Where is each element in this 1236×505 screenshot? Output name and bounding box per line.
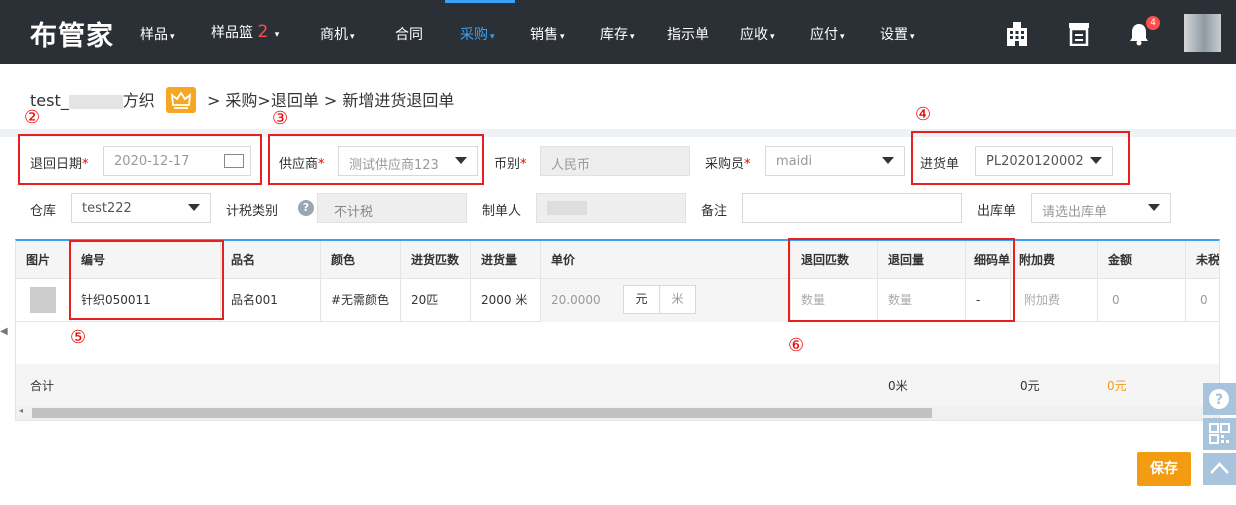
crown-icon: [165, 86, 196, 113]
col-in-pieces: 进货匹数: [401, 241, 471, 279]
unit-meter-button[interactable]: 米: [659, 285, 696, 314]
chevron-down-icon: [882, 157, 894, 164]
buyer-label: 采购员*: [705, 157, 751, 172]
cell-unit-price: 20.0000 元 米: [541, 279, 791, 322]
highlight-box-return: [788, 238, 1015, 322]
summary-return-qty: 0米: [888, 379, 908, 393]
menu-inventory[interactable]: 库存 ▾: [600, 24, 635, 44]
back-to-top-button[interactable]: [1203, 453, 1236, 485]
help-float-button[interactable]: ?: [1203, 383, 1236, 415]
highlight-box-code: [69, 240, 224, 320]
menu-sample-basket[interactable]: 样品篮 2 ▾: [211, 22, 279, 42]
svg-text:?: ?: [1215, 392, 1223, 408]
cell-in-pieces: 20匹: [401, 279, 471, 322]
col-amount: 金额: [1098, 241, 1186, 279]
remark-input[interactable]: [742, 193, 962, 223]
question-icon: ?: [1209, 389, 1229, 409]
highlight-box-supplier: [268, 134, 484, 185]
menu-instruction[interactable]: 指示单: [667, 24, 709, 44]
menu-payable[interactable]: 应付 ▾: [810, 24, 845, 44]
col-untaxed: 未税: [1186, 241, 1219, 279]
col-unit-price: 单价: [541, 241, 791, 279]
tax-type-label: 计税类别: [226, 204, 279, 219]
cell-name: 品名001: [221, 279, 321, 322]
cell-untaxed: 0: [1186, 279, 1219, 322]
warehouse-select[interactable]: test222: [71, 193, 211, 223]
active-menu-indicator: [445, 0, 515, 3]
summary-label: 合计: [30, 379, 55, 393]
image-placeholder-icon[interactable]: [30, 287, 56, 313]
breadcrumb-path[interactable]: > 采购>退回单 > 新增进货退回单: [207, 91, 454, 110]
app-logo[interactable]: 布管家: [30, 14, 114, 53]
outbound-select[interactable]: 请选出库单: [1031, 193, 1171, 223]
collapse-left-icon[interactable]: ◀: [0, 320, 10, 344]
summary-row: 合计 0米 0元 0元: [16, 364, 1219, 406]
col-surcharge: 附加费: [1011, 241, 1098, 279]
currency-field: 人民币: [540, 146, 690, 176]
qrcode-float-button[interactable]: [1203, 418, 1236, 450]
chevron-down-icon: [1148, 204, 1160, 211]
highlight-box-return-date: [18, 134, 262, 185]
unit-yuan-button[interactable]: 元: [623, 285, 660, 314]
unit-price-value: 20.0000: [551, 293, 601, 307]
annotation-2: ②: [24, 107, 41, 128]
warehouse-label: 仓库: [30, 204, 57, 219]
remark-label: 备注: [701, 204, 728, 219]
chevron-down-icon: [188, 204, 200, 211]
notification-badge: 4: [1146, 16, 1160, 30]
basket-count: 2: [257, 22, 269, 42]
menu-samples[interactable]: 样品 ▾: [140, 24, 175, 44]
col-in-qty: 进货量: [471, 241, 541, 279]
surcharge-input[interactable]: 附加费: [1011, 279, 1098, 322]
company-name-suffix: 方织: [122, 91, 155, 110]
chevron-up-icon: [1210, 462, 1229, 474]
scroll-left-icon[interactable]: ◂: [19, 406, 23, 415]
maker-label: 制单人: [482, 204, 522, 219]
menu-receivable[interactable]: 应收 ▾: [740, 24, 775, 44]
maker-field: [536, 193, 686, 223]
cell-amount: 0: [1098, 279, 1186, 322]
qrcode-icon: [1209, 423, 1230, 444]
menu-sales[interactable]: 销售 ▾: [530, 24, 565, 44]
cell-in-qty: 2000 米: [471, 279, 541, 322]
currency-label: 币别*: [494, 157, 527, 172]
annotation-3: ③: [272, 108, 289, 129]
annotation-4: ④: [915, 104, 932, 125]
highlight-box-purchase-order: [911, 131, 1130, 185]
redacted-maker: [547, 201, 587, 215]
col-name: 品名: [221, 241, 321, 279]
cell-image: [16, 279, 71, 322]
redacted-company-name: [68, 94, 123, 109]
col-color: 颜色: [321, 241, 401, 279]
summary-surcharge: 0元: [1020, 379, 1040, 393]
outbound-label: 出库单: [977, 204, 1017, 219]
scrollbar-thumb[interactable]: [32, 408, 932, 418]
avatar[interactable]: [1184, 14, 1221, 52]
top-nav: 布管家 样品 ▾ 样品篮 2 ▾ 商机 ▾ 合同 采购 ▾ 销售 ▾ 库存 ▾ 指示单 应…: [0, 0, 1236, 64]
menu-purchase[interactable]: 采购 ▾: [460, 24, 495, 44]
help-icon[interactable]: ?: [298, 200, 314, 216]
menu-contract[interactable]: 合同: [395, 24, 423, 44]
save-button[interactable]: 保存: [1137, 452, 1191, 486]
buyer-select[interactable]: maidi: [765, 146, 905, 176]
cell-color: #无需颜色: [321, 279, 401, 322]
store-icon[interactable]: [1068, 22, 1090, 50]
col-image: 图片: [16, 241, 71, 279]
menu-settings[interactable]: 设置 ▾: [880, 24, 915, 44]
horizontal-scrollbar[interactable]: ◂: [16, 406, 1219, 420]
breadcrumb: test_ 方织 > 采购>退回单 > 新增进货退回单: [30, 86, 454, 115]
menu-opportunity[interactable]: 商机 ▾: [320, 24, 355, 44]
tax-type-field: 不计税: [317, 193, 467, 223]
building-icon[interactable]: [1004, 22, 1030, 50]
summary-amount: 0元: [1107, 379, 1127, 393]
